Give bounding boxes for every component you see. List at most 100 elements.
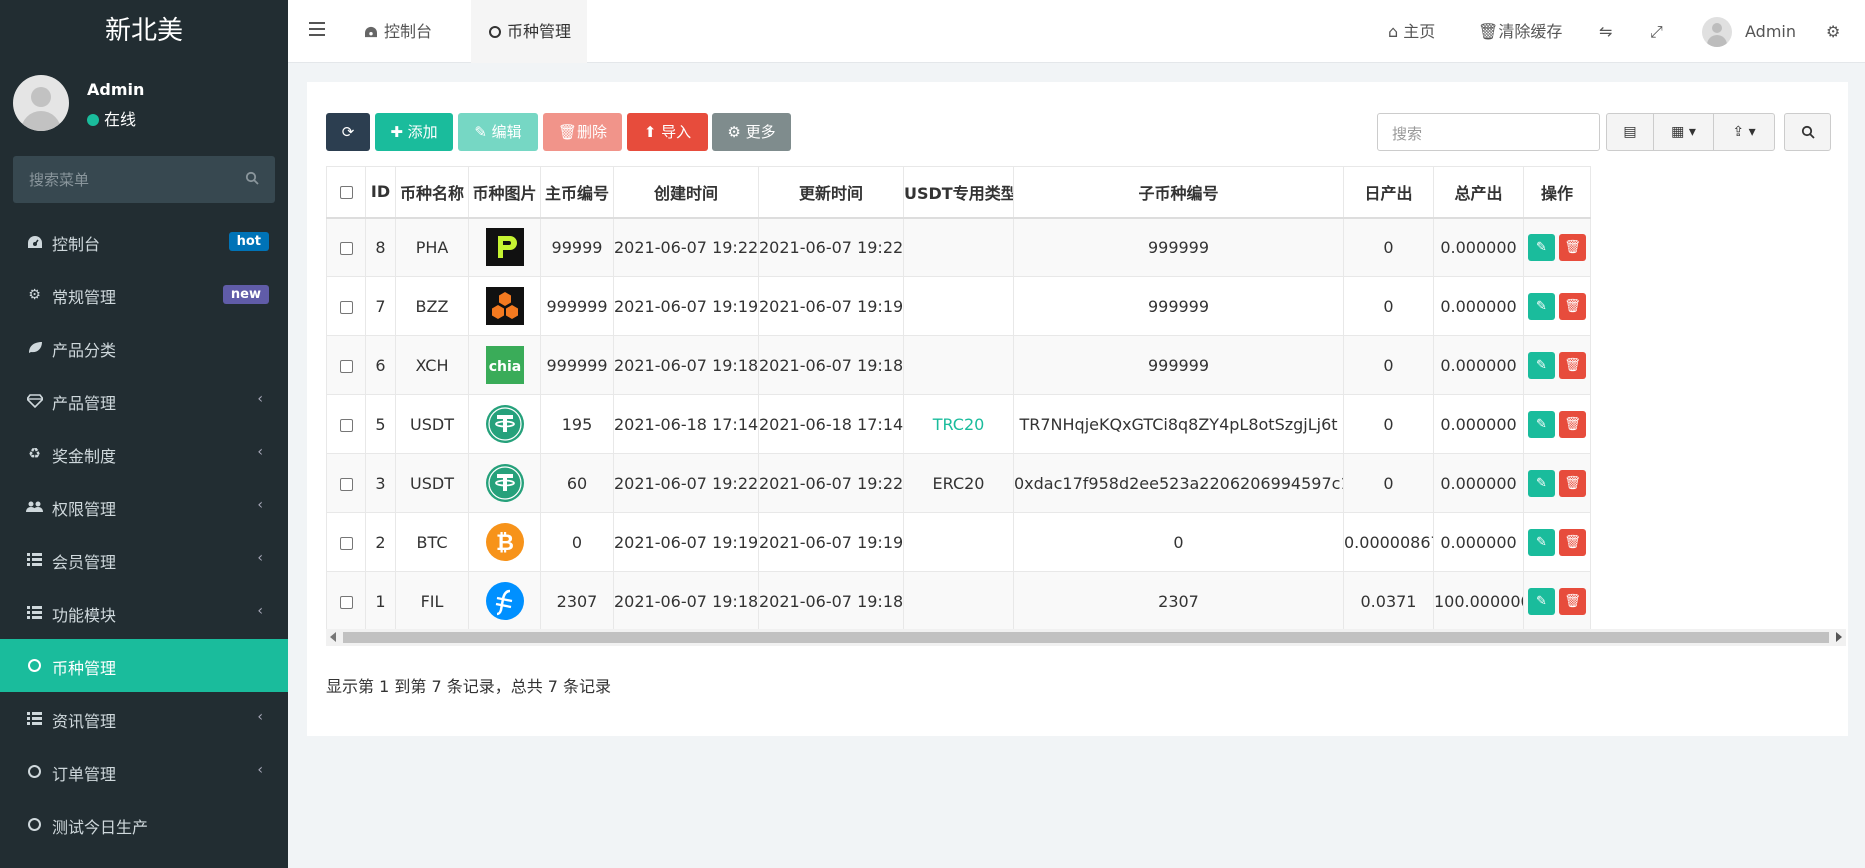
cell-created: 2021-06-07 19:22:25	[613, 217, 759, 277]
sidebar-item-product-manage[interactable]: 产品管理 ‹	[0, 374, 288, 427]
row-edit-button[interactable]: ✎	[1528, 351, 1555, 379]
row-edit-button[interactable]: ✎	[1528, 528, 1555, 556]
cell-name: FIL	[395, 571, 469, 631]
row-checkbox[interactable]	[326, 276, 366, 336]
clear-cache-link[interactable]: 🗑清除缓存	[1478, 0, 1562, 63]
new-badge: new	[222, 285, 269, 304]
refresh-button[interactable]: ⟳	[326, 113, 370, 151]
plus-icon: ✚	[390, 123, 403, 141]
horizontal-scrollbar[interactable]	[326, 629, 1846, 646]
table-row: 7BZZ9999992021-06-07 19:19:332021-06-07 …	[326, 276, 1591, 336]
cell-daily: 0	[1343, 394, 1434, 454]
row-edit-button[interactable]: ✎	[1528, 469, 1555, 497]
fullscreen-icon[interactable]: ⤢	[1650, 0, 1663, 63]
cogs-icon: ⚙	[28, 286, 41, 303]
cell-sub-no: 2307	[1013, 571, 1344, 631]
import-button[interactable]: ⬆ 导入	[627, 113, 708, 151]
row-edit-button[interactable]: ✎	[1528, 233, 1555, 261]
cell-total: 0.000000	[1433, 335, 1524, 395]
cell-name: XCH	[395, 335, 469, 395]
sidebar-item-modules[interactable]: 功能模块 ‹	[0, 586, 288, 639]
sidebar-item-bonus[interactable]: ♻ 奖金制度 ‹	[0, 427, 288, 480]
chevron-left-icon: ‹	[257, 550, 263, 566]
col-header[interactable]: 创建时间	[613, 166, 759, 219]
col-header[interactable]: 日产出	[1343, 166, 1434, 219]
translate-icon[interactable]: ⇋	[1599, 0, 1612, 63]
table-search-input[interactable]: 搜索	[1377, 113, 1600, 151]
col-header[interactable]: 主币编号	[540, 166, 614, 219]
user-name: Admin	[87, 80, 145, 99]
cell-created: 2021-06-07 19:18:39	[613, 571, 759, 631]
cell-updated: 2021-06-07 19:19:33	[758, 512, 904, 572]
cell-updated: 2021-06-18 17:14:59	[758, 394, 904, 454]
user-menu[interactable]: Admin	[1745, 0, 1796, 63]
col-header[interactable]: USDT专用类型	[903, 166, 1014, 219]
row-edit-button[interactable]: ✎	[1528, 587, 1555, 615]
sidebar-item-label: 测试今日生产	[52, 818, 149, 837]
col-header[interactable]: 币种图片	[468, 166, 541, 219]
more-button[interactable]: ⚙ 更多	[712, 113, 791, 151]
col-header[interactable]: 子币种编号	[1013, 166, 1344, 219]
pencil-icon: ✎	[474, 123, 487, 141]
cell-updated: 2021-06-07 19:19:33	[758, 276, 904, 336]
cell-actions: ✎ 🗑	[1523, 276, 1591, 336]
menu-toggle-icon[interactable]	[309, 22, 325, 38]
row-checkbox[interactable]	[326, 571, 366, 631]
select-all-checkbox[interactable]	[326, 166, 366, 219]
add-button[interactable]: ✚ 添加	[375, 113, 453, 151]
cell-updated: 2021-06-07 19:18:39	[758, 571, 904, 631]
cell-actions: ✎ 🗑	[1523, 335, 1591, 395]
export-icon: ⇪ ▾	[1732, 124, 1756, 140]
columns-button[interactable]: ▦ ▾	[1653, 113, 1714, 151]
sidebar-item-news[interactable]: 资讯管理 ‹	[0, 692, 288, 745]
home-link[interactable]: ⌂ 主页	[1388, 0, 1435, 63]
tab-currency[interactable]: 币种管理	[471, 0, 587, 63]
search-button[interactable]	[1784, 113, 1831, 151]
col-header[interactable]: ID	[365, 166, 396, 219]
row-edit-button[interactable]: ✎	[1528, 410, 1555, 438]
menu-search-input[interactable]: 搜索菜单	[13, 156, 275, 203]
cell-name: USDT	[395, 394, 469, 454]
settings-gear-icon[interactable]: ⚙	[1826, 0, 1840, 63]
sidebar-item-currency[interactable]: 币种管理	[0, 639, 288, 692]
sidebar-item-product-category[interactable]: 产品分类	[0, 321, 288, 374]
brand-logo[interactable]: 新北美	[0, 0, 288, 63]
sidebar-item-permission[interactable]: 权限管理 ‹	[0, 480, 288, 533]
sidebar-item-label: 资讯管理	[52, 712, 117, 731]
delete-button[interactable]: 🗑删除	[543, 113, 622, 151]
row-edit-button[interactable]: ✎	[1528, 292, 1555, 320]
sidebar-item-orders[interactable]: 订单管理 ‹	[0, 745, 288, 798]
col-header[interactable]: 总产出	[1433, 166, 1524, 219]
sidebar-item-label: 订单管理	[52, 765, 117, 784]
col-header[interactable]: 更新时间	[758, 166, 904, 219]
row-checkbox[interactable]	[326, 512, 366, 572]
row-checkbox[interactable]	[326, 217, 366, 277]
sidebar-item-test-production[interactable]: 测试今日生产	[0, 798, 288, 851]
row-checkbox[interactable]	[326, 394, 366, 454]
row-delete-button[interactable]: 🗑	[1559, 528, 1586, 556]
cell-usdt-type	[903, 217, 1014, 277]
row-checkbox[interactable]	[326, 335, 366, 395]
toggle-view-button[interactable]: ▤	[1606, 113, 1654, 151]
tab-dashboard[interactable]: 控制台	[364, 0, 432, 63]
edit-button[interactable]: ✎ 编辑	[458, 113, 538, 151]
row-delete-button[interactable]: 🗑	[1559, 292, 1586, 320]
row-delete-button[interactable]: 🗑	[1559, 587, 1586, 615]
sidebar-item-member[interactable]: 会员管理 ‹	[0, 533, 288, 586]
row-checkbox[interactable]	[326, 453, 366, 513]
cell-name: BTC	[395, 512, 469, 572]
row-delete-button[interactable]: 🗑	[1559, 410, 1586, 438]
row-delete-button[interactable]: 🗑	[1559, 351, 1586, 379]
row-delete-button[interactable]: 🗑	[1559, 233, 1586, 261]
sidebar-item-dashboard[interactable]: 控制台 hot	[0, 215, 288, 268]
row-delete-button[interactable]: 🗑	[1559, 469, 1586, 497]
avatar[interactable]	[1702, 17, 1732, 47]
col-header: 操作	[1523, 166, 1591, 219]
sidebar-item-general[interactable]: ⚙ 常规管理 new	[0, 268, 288, 321]
export-button[interactable]: ⇪ ▾	[1713, 113, 1775, 151]
col-header[interactable]: 币种名称	[395, 166, 469, 219]
table-header-row: ID 币种名称 币种图片 主币编号 创建时间 更新时间 USDT专用类型 子币种…	[326, 166, 1591, 219]
home-icon: ⌂	[1388, 22, 1399, 41]
search-icon[interactable]	[245, 171, 259, 185]
btc-coin-icon: ₿	[468, 512, 541, 572]
